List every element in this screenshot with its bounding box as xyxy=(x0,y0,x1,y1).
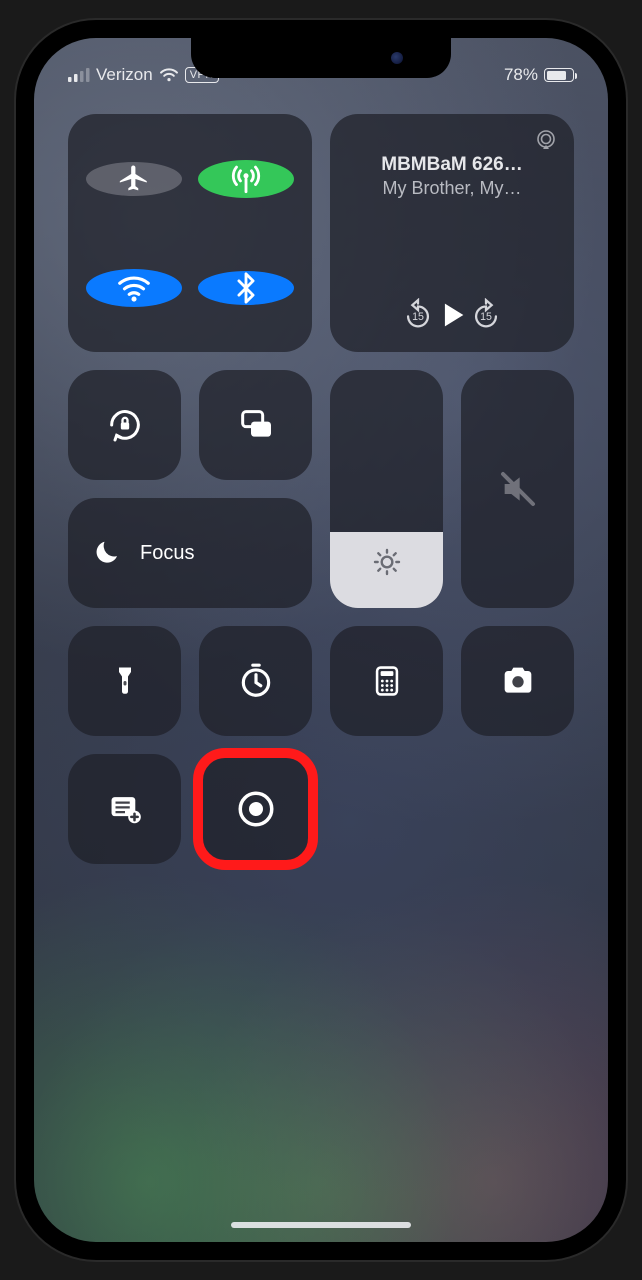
airplane-icon xyxy=(117,162,151,196)
cellular-signal-icon xyxy=(68,68,90,82)
cellular-data-toggle[interactable] xyxy=(198,160,294,198)
brightness-slider[interactable] xyxy=(330,370,443,608)
notch xyxy=(191,38,451,78)
screen: Verizon VPN 78% xyxy=(34,38,608,1242)
bluetooth-toggle[interactable] xyxy=(198,271,294,305)
phone-frame: Verizon VPN 78% xyxy=(16,20,626,1260)
note-icon xyxy=(106,790,144,828)
wifi-icon xyxy=(115,269,153,307)
orientation-lock-icon xyxy=(105,405,145,445)
screen-recording-button[interactable] xyxy=(199,754,312,864)
screen-mirroring-icon xyxy=(236,405,276,445)
connectivity-group[interactable] xyxy=(68,114,312,352)
antenna-icon xyxy=(227,160,265,198)
battery-percent: 78% xyxy=(504,65,538,85)
home-indicator[interactable] xyxy=(231,1222,411,1228)
wifi-status-icon xyxy=(159,68,179,82)
media-controls-group[interactable]: MBMBaM 626… My Brother, My… 15 xyxy=(330,114,574,352)
media-title: MBMBaM 626… xyxy=(381,154,522,176)
timer-button[interactable] xyxy=(199,626,312,736)
flashlight-button[interactable] xyxy=(68,626,181,736)
battery-icon xyxy=(544,68,574,82)
media-transport: 15 15 xyxy=(395,288,509,338)
record-icon xyxy=(235,788,277,830)
bluetooth-icon xyxy=(229,271,263,305)
screen-mirroring-button[interactable] xyxy=(199,370,312,480)
focus-button[interactable]: Focus xyxy=(68,498,312,608)
camera-button[interactable] xyxy=(461,626,574,736)
calculator-icon xyxy=(370,664,404,698)
volume-slider[interactable] xyxy=(461,370,574,608)
status-right: 78% xyxy=(504,65,574,85)
quick-note-button[interactable] xyxy=(68,754,181,864)
orientation-lock-button[interactable] xyxy=(68,370,181,480)
calculator-button[interactable] xyxy=(330,626,443,736)
airplay-icon[interactable] xyxy=(534,128,558,152)
skip-back-button[interactable]: 15 xyxy=(401,298,435,332)
focus-label: Focus xyxy=(140,542,194,565)
wifi-toggle[interactable] xyxy=(86,269,182,307)
svg-text:15: 15 xyxy=(412,311,424,323)
volume-mute-icon xyxy=(498,469,538,509)
media-subtitle: My Brother, My… xyxy=(382,178,521,199)
skip-forward-button[interactable]: 15 xyxy=(469,298,503,332)
airplane-mode-toggle[interactable] xyxy=(86,162,182,196)
carrier-label: Verizon xyxy=(96,65,153,85)
camera-icon xyxy=(498,661,538,701)
sun-icon xyxy=(371,546,403,578)
flashlight-icon xyxy=(107,663,143,699)
svg-text:15: 15 xyxy=(480,311,492,323)
timer-icon xyxy=(237,662,275,700)
control-center: MBMBaM 626… My Brother, My… 15 xyxy=(68,114,574,864)
play-button[interactable] xyxy=(435,298,469,332)
moon-icon xyxy=(92,538,122,568)
